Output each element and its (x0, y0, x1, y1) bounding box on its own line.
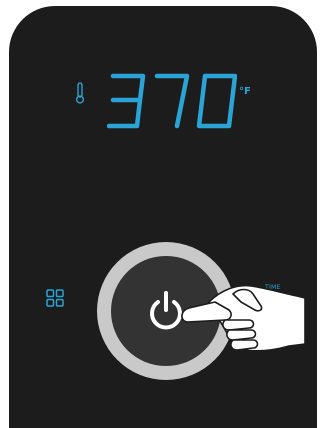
power-button-face[interactable] (111, 256, 221, 366)
temperature-digits (107, 73, 237, 129)
time-icon (280, 293, 294, 309)
temperature-unit: °F (239, 86, 251, 97)
time-button[interactable]: TIME (259, 284, 299, 314)
air-fryer-control-panel: 370 °F TIME (9, 6, 317, 428)
grid-menu-icon[interactable] (46, 289, 64, 307)
power-button[interactable] (97, 242, 235, 380)
temperature-value: 370 (69, 72, 70, 73)
power-icon (150, 291, 182, 330)
temperature-display: 370 °F (69, 72, 259, 132)
thermometer-icon (75, 82, 85, 104)
